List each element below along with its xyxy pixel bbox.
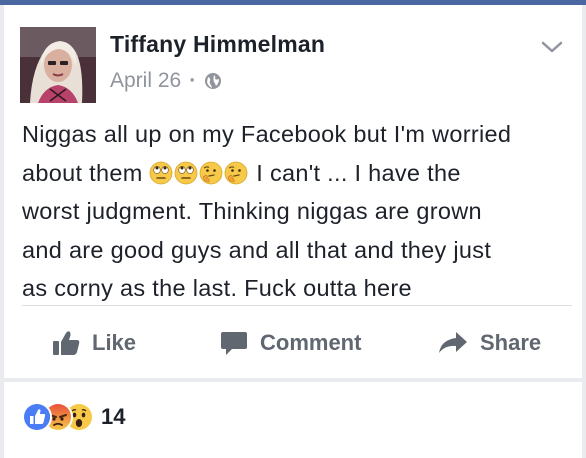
like-label: Like	[92, 330, 137, 355]
thumbs-up-icon	[53, 331, 80, 355]
like-reaction-icon	[22, 402, 52, 432]
post-text-line: as corny as the last. Fuck outta here	[22, 275, 412, 301]
post-date[interactable]: April 26	[110, 69, 181, 93]
thinking-face-emoji-icon	[199, 158, 223, 184]
like-button[interactable]: Like	[52, 323, 136, 363]
post-text-line: Niggas all up on my Facebook but I'm wor…	[22, 121, 512, 147]
globe-icon	[204, 72, 222, 90]
rolling-eyes-emoji-icon	[174, 158, 198, 184]
divider	[22, 305, 572, 306]
post-text-line-with-emojis: about them I can't ... I have the	[22, 154, 567, 193]
post-actions: Like Comment Share	[4, 323, 582, 363]
avatar-photo	[20, 27, 96, 103]
reactions-count: 14	[101, 404, 126, 429]
post-text-fragment: about them	[22, 159, 143, 186]
post-text-line: worst judgment. Thinking niggas are grow…	[22, 198, 482, 224]
meta-separator: ·	[189, 69, 197, 92]
share-arrow-icon	[439, 332, 467, 353]
share-label: Share	[480, 330, 542, 355]
post-card: Tiffany Himmelman April 26 · Niggas all …	[4, 5, 582, 378]
post-text-line: and are good guys and all that and they …	[22, 236, 492, 263]
post-text-fragment: I can't ... I have the	[256, 159, 461, 186]
thinking-face-emoji-icon	[224, 158, 248, 184]
post-meta: April 26 ·	[110, 69, 222, 93]
comment-button[interactable]: Comment	[220, 323, 361, 363]
share-button[interactable]: Share	[438, 323, 541, 363]
reactions-bar: 14	[4, 382, 582, 458]
avatar[interactable]	[20, 27, 96, 103]
post-text: Niggas all up on my Facebook but I'm wor…	[22, 115, 567, 308]
chevron-down-icon[interactable]	[540, 39, 564, 55]
comment-label: Comment	[260, 330, 362, 355]
rolling-eyes-emoji-icon	[149, 158, 173, 184]
author-name[interactable]: Tiffany Himmelman	[110, 31, 325, 58]
comment-icon	[221, 332, 247, 355]
reactions-summary[interactable]: 14	[22, 400, 125, 434]
